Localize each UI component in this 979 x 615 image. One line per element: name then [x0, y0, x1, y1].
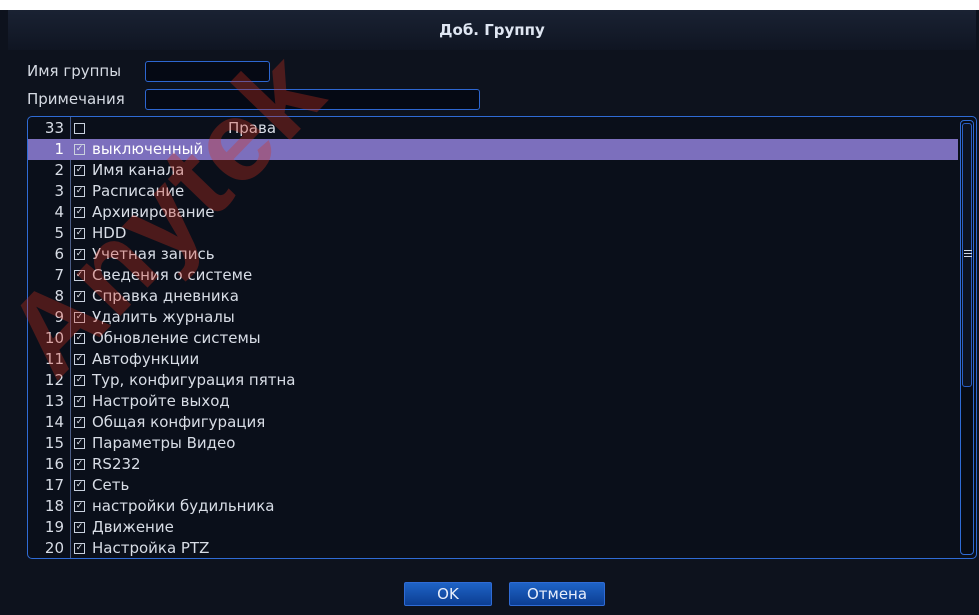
row-number: 8 [54, 287, 64, 305]
row-label: Архивирование [92, 203, 215, 221]
rights-row[interactable]: 3 ✓ Расписание [28, 181, 958, 202]
row-label: HDD [92, 224, 127, 242]
row-label: RS232 [92, 455, 141, 473]
cancel-button[interactable]: Отмена [509, 582, 605, 606]
row-number: 10 [44, 329, 64, 347]
row-label: Движение [92, 518, 174, 536]
row-checkbox[interactable]: ✓ [74, 522, 85, 533]
rights-row[interactable]: 18 ✓ настройки будильника [28, 496, 958, 517]
row-number: 2 [54, 161, 64, 179]
rights-row[interactable]: 5 ✓ HDD [28, 223, 958, 244]
row-label: выключенный [92, 140, 204, 158]
row-number: 7 [54, 266, 64, 284]
row-number: 11 [44, 350, 64, 368]
row-label: Справка дневника [92, 287, 239, 305]
notes-label: Примечания [27, 90, 125, 108]
rights-row[interactable]: 11 ✓ Автофункции [28, 349, 958, 370]
row-checkbox[interactable]: ✓ [74, 144, 85, 155]
row-label: Сеть [92, 476, 130, 494]
row-number: 6 [54, 245, 64, 263]
row-number: 5 [54, 224, 64, 242]
rights-row[interactable]: 12 ✓ Тур, конфигурация пятна [28, 370, 958, 391]
rights-row[interactable]: 10 ✓ Обновление системы [28, 328, 958, 349]
row-label: Расписание [92, 182, 185, 200]
row-number: 13 [44, 392, 64, 410]
row-number: 16 [44, 455, 64, 473]
row-checkbox[interactable]: ✓ [74, 249, 85, 260]
rights-row[interactable]: 13 ✓ Настройте выход [28, 391, 958, 412]
row-label: настройки будильника [92, 497, 275, 515]
row-label: Общая конфигурация [92, 413, 266, 431]
row-label: Тур, конфигурация пятна [92, 371, 296, 389]
rights-row[interactable]: 20 ✓ Настройка PTZ [28, 538, 958, 559]
rights-row[interactable]: 19 ✓ Движение [28, 517, 958, 538]
row-label: Учетная запись [92, 245, 215, 263]
group-name-label: Имя группы [27, 62, 122, 80]
row-checkbox[interactable]: ✓ [74, 417, 85, 428]
rights-column-header: Права [228, 119, 277, 137]
row-label: Имя канала [92, 161, 185, 179]
row-label: Параметры Видео [92, 434, 236, 452]
dialog-titlebar: Доб. Группу [8, 10, 976, 50]
notes-input[interactable] [145, 89, 480, 110]
select-all-checkbox[interactable] [74, 123, 85, 134]
row-number: 19 [44, 518, 64, 536]
rights-count: 33 [44, 119, 64, 137]
row-label: Настройка PTZ [92, 539, 210, 557]
dialog-title: Доб. Группу [439, 21, 545, 39]
rights-list-header: 33 Права [28, 118, 958, 139]
rights-row[interactable]: 6 ✓ Учетная запись [28, 244, 958, 265]
row-checkbox[interactable]: ✓ [74, 207, 85, 218]
rights-row[interactable]: 8 ✓ Справка дневника [28, 286, 958, 307]
row-label: Автофункции [92, 350, 200, 368]
rights-row[interactable]: 14 ✓ Общая конфигурация [28, 412, 958, 433]
row-checkbox[interactable]: ✓ [74, 396, 85, 407]
row-checkbox[interactable]: ✓ [74, 291, 85, 302]
row-number: 4 [54, 203, 64, 221]
row-checkbox[interactable]: ✓ [74, 312, 85, 323]
rights-row[interactable]: 16 ✓ RS232 [28, 454, 958, 475]
row-number: 17 [44, 476, 64, 494]
row-label: Сведения о системе [92, 266, 253, 284]
row-label: Обновление системы [92, 329, 261, 347]
row-checkbox[interactable]: ✓ [74, 228, 85, 239]
row-checkbox[interactable]: ✓ [74, 480, 85, 491]
group-name-input[interactable] [145, 61, 270, 82]
row-checkbox[interactable]: ✓ [74, 354, 85, 365]
rights-list: 33 Права 1 ✓ выключенный 2 ✓ Имя канала 3 ✓ Расп… [27, 116, 977, 559]
row-label: Удалить журналы [92, 308, 235, 326]
row-number: 3 [54, 182, 64, 200]
rights-row[interactable]: 2 ✓ Имя канала [28, 160, 958, 181]
row-number: 20 [44, 539, 64, 557]
scrollbar-thumb[interactable] [962, 123, 972, 387]
rights-row[interactable]: 4 ✓ Архивирование [28, 202, 958, 223]
row-checkbox[interactable]: ✓ [74, 186, 85, 197]
row-number: 12 [44, 371, 64, 389]
row-number: 15 [44, 434, 64, 452]
rights-row[interactable]: 7 ✓ Сведения о системе [28, 265, 958, 286]
ok-button[interactable]: OK [404, 582, 492, 606]
list-scrollbar[interactable] [960, 120, 974, 555]
row-number: 18 [44, 497, 64, 515]
row-number: 14 [44, 413, 64, 431]
scroll-grip-icon [964, 250, 972, 257]
row-checkbox[interactable]: ✓ [74, 270, 85, 281]
row-checkbox[interactable]: ✓ [74, 375, 85, 386]
row-label: Настройте выход [92, 392, 230, 410]
rights-row[interactable]: 9 ✓ Удалить журналы [28, 307, 958, 328]
rights-row[interactable]: 15 ✓ Параметры Видео [28, 433, 958, 454]
row-checkbox[interactable]: ✓ [74, 543, 85, 554]
row-number: 9 [54, 308, 64, 326]
add-group-dialog: Доб. Группу Имя группы Примечания 33 Пра… [0, 10, 979, 615]
row-checkbox[interactable]: ✓ [74, 165, 85, 176]
row-number: 1 [54, 140, 64, 158]
rights-row[interactable]: 1 ✓ выключенный [28, 139, 958, 160]
rights-row[interactable]: 17 ✓ Сеть [28, 475, 958, 496]
row-checkbox[interactable]: ✓ [74, 333, 85, 344]
row-checkbox[interactable]: ✓ [74, 501, 85, 512]
row-checkbox[interactable]: ✓ [74, 438, 85, 449]
row-checkbox[interactable]: ✓ [74, 459, 85, 470]
